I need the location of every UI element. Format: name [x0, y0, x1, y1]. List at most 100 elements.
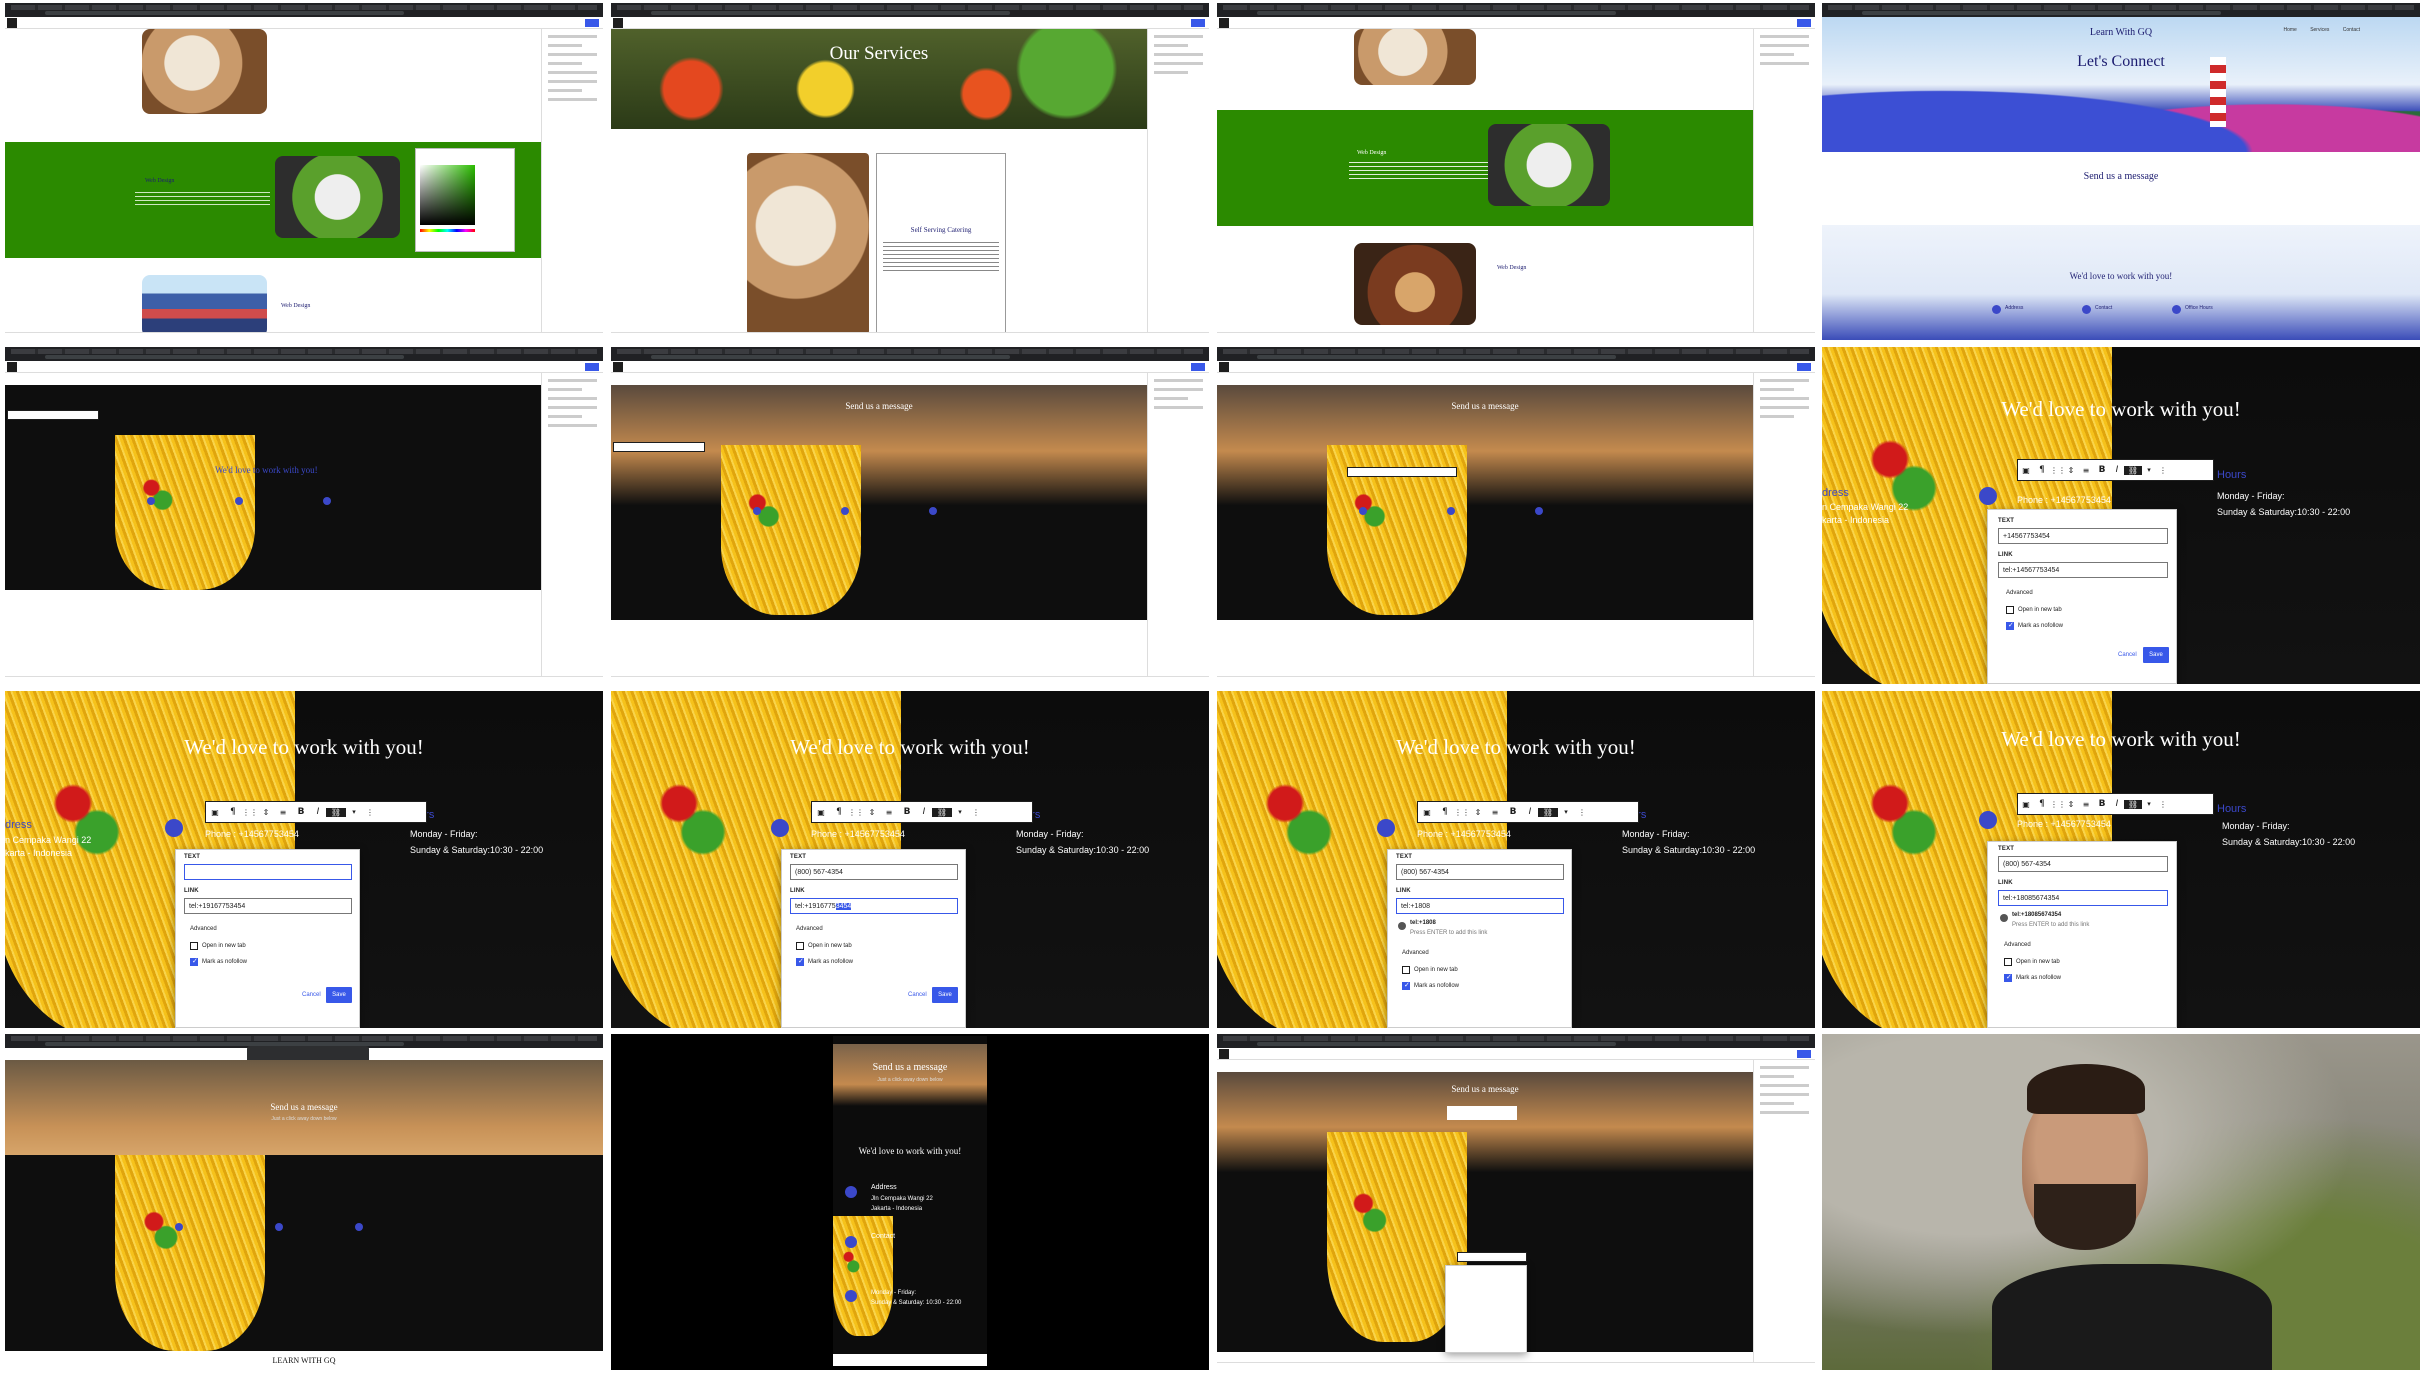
editor-canvas[interactable]: Web Design Web Design	[1217, 29, 1753, 332]
button-group-placeholder[interactable]	[1447, 1106, 1517, 1120]
advanced-toggle[interactable]: Advanced	[2004, 942, 2031, 948]
block-settings-sidebar[interactable]	[1753, 373, 1815, 676]
block-settings-sidebar[interactable]	[1147, 29, 1209, 332]
more-options-icon[interactable]: ⋮	[362, 808, 378, 817]
block-toolbar[interactable]	[7, 410, 99, 420]
rich-text-toolbar[interactable]: ▣ ¶ ⋮⋮ ⇕ ≡ B I ⛓ ▾ ⋮	[2017, 793, 2214, 815]
chevron-down-icon[interactable]: ▾	[952, 808, 968, 816]
cancel-button[interactable]: Cancel	[2118, 652, 2137, 658]
nav-services[interactable]: Services	[2310, 27, 2329, 33]
advanced-toggle[interactable]: Advanced	[796, 926, 823, 932]
text-field[interactable]	[184, 864, 352, 880]
paragraph-icon[interactable]: ¶	[1436, 807, 1454, 817]
italic-icon[interactable]: I	[2110, 799, 2124, 809]
tile-13-frontend-preview[interactable]: Send us a message Just a click away down…	[5, 1034, 603, 1370]
paragraph-icon[interactable]: ¶	[2034, 465, 2050, 475]
tile-10-link-popover-selection[interactable]: We'd love to work with you! Phone : +145…	[611, 691, 1209, 1028]
text-field[interactable]: (800) 567-4354	[1396, 864, 1564, 880]
link-field[interactable]: tel:+19167753454	[184, 898, 352, 914]
block-settings-sidebar[interactable]	[541, 29, 603, 332]
block-type-icon[interactable]: ▣	[2018, 800, 2034, 809]
tile-5-editor-spaghetti-cover[interactable]: We'd love to work with you!	[5, 347, 603, 684]
rich-text-toolbar[interactable]: ▣ ¶ ⋮⋮ ⇕ ≡ B I ⛓ ▾ ⋮	[205, 801, 427, 823]
italic-icon[interactable]: I	[916, 807, 932, 817]
green-cover-block[interactable]: Web Design	[5, 142, 541, 258]
more-options-icon[interactable]: ⋮	[968, 808, 984, 817]
footer-brand[interactable]: LEARN WITH GQ	[5, 1356, 603, 1365]
move-arrows-icon[interactable]: ⇕	[864, 808, 880, 817]
nofollow-checkbox[interactable]	[2004, 973, 2012, 982]
italic-icon[interactable]: I	[1522, 807, 1538, 817]
align-icon[interactable]: ≡	[2078, 466, 2094, 475]
paragraph-icon[interactable]: ¶	[830, 807, 848, 817]
italic-icon[interactable]: I	[310, 807, 326, 817]
open-new-tab-checkbox[interactable]	[2004, 958, 2012, 966]
block-type-icon[interactable]: ▣	[206, 808, 224, 817]
move-arrows-icon[interactable]: ⇕	[1470, 808, 1486, 817]
tile-15-editor-style-options[interactable]: Send us a message	[1217, 1034, 1815, 1370]
tile-6-editor-sunset-gradient[interactable]: Send us a message	[611, 347, 1209, 684]
more-options-icon[interactable]: ⋮	[1574, 808, 1590, 817]
cover-block[interactable]: Send us a message	[611, 385, 1147, 620]
tile-9-link-popover-empty-text[interactable]: We'd love to work with you! dress n Cemp…	[5, 691, 603, 1028]
bold-icon[interactable]: B	[292, 807, 310, 817]
link-popover[interactable]	[1445, 1265, 1527, 1353]
tile-8-link-popover-zoom[interactable]: We'd love to work with you! dress n Cemp…	[1822, 347, 2420, 684]
chevron-down-icon[interactable]: ▾	[346, 808, 362, 816]
link-suggestion-item[interactable]: tel:+18085674354 Press ENTER to add this…	[1998, 910, 2168, 932]
chevron-down-icon[interactable]: ▾	[2142, 466, 2156, 474]
block-settings-sidebar[interactable]	[1753, 29, 1815, 332]
bold-icon[interactable]: B	[1504, 807, 1522, 817]
cancel-button[interactable]: Cancel	[908, 992, 927, 998]
save-button[interactable]: Save	[932, 987, 958, 1003]
advanced-toggle[interactable]: Advanced	[1402, 950, 1429, 956]
chevron-down-icon[interactable]: ▾	[2142, 800, 2156, 808]
link-popover[interactable]: TEXT (800) 567-4354 LINK tel:+1808 tel:+…	[1387, 849, 1572, 1028]
bold-icon[interactable]: B	[2094, 799, 2110, 809]
text-field[interactable]: (800) 567-4354	[1998, 856, 2168, 872]
block-settings-sidebar[interactable]	[1753, 1060, 1815, 1362]
tile-3-editor-green-block[interactable]: Web Design Web Design	[1217, 3, 1815, 340]
service-card[interactable]: Self Serving Catering	[876, 153, 1006, 335]
drag-icon[interactable]: ⋮⋮	[2050, 800, 2066, 809]
tile-4-contact-page-preview[interactable]: Learn With GQ Let's Connect Home Service…	[1822, 3, 2420, 340]
bold-icon[interactable]: B	[2094, 465, 2110, 475]
more-options-icon[interactable]: ⋮	[2156, 466, 2170, 475]
green-cover-block[interactable]: Web Design	[1217, 110, 1753, 226]
italic-icon[interactable]: I	[2110, 465, 2124, 475]
block-settings-sidebar[interactable]	[1147, 373, 1209, 676]
nav-home[interactable]: Home	[2283, 27, 2296, 33]
link-suggestion-item[interactable]: tel:+1808 Press ENTER to add this link	[1396, 918, 1564, 940]
more-options-icon[interactable]: ⋮	[2156, 800, 2170, 809]
tile-14-mobile-preview[interactable]: Send us a message Just a click away down…	[611, 1034, 1209, 1370]
drag-icon[interactable]: ⋮⋮	[2050, 466, 2066, 475]
align-icon[interactable]: ≡	[1486, 808, 1504, 817]
open-new-tab-checkbox[interactable]	[190, 942, 198, 950]
block-type-icon[interactable]: ▣	[812, 808, 830, 817]
tile-11-link-suggestion-partial[interactable]: We'd love to work with you! Phone : +145…	[1217, 691, 1815, 1028]
rich-text-toolbar[interactable]	[1457, 1252, 1527, 1262]
hue-slider[interactable]	[420, 229, 475, 232]
save-button[interactable]: Save	[326, 987, 352, 1003]
open-new-tab-checkbox[interactable]	[2006, 606, 2014, 614]
align-icon[interactable]: ≡	[880, 808, 898, 817]
bold-icon[interactable]: B	[898, 807, 916, 817]
move-arrows-icon[interactable]: ⇕	[258, 808, 274, 817]
link-icon[interactable]: ⛓	[326, 807, 346, 817]
cancel-button[interactable]: Cancel	[302, 992, 321, 998]
block-settings-sidebar[interactable]	[541, 373, 603, 676]
link-field[interactable]: tel:+18085674354	[1998, 890, 2168, 906]
text-field[interactable]: +14567753454	[1998, 528, 2168, 544]
open-new-tab-checkbox[interactable]	[796, 942, 804, 950]
drag-icon[interactable]: ⋮⋮	[1454, 808, 1470, 817]
link-field[interactable]: tel:+14567753454	[1998, 562, 2168, 578]
text-field[interactable]: (800) 567-4354	[790, 864, 958, 880]
link-icon[interactable]: ⛓	[2124, 465, 2142, 475]
move-arrows-icon[interactable]: ⇕	[2064, 800, 2078, 809]
block-type-icon[interactable]: ▣	[1418, 808, 1436, 817]
tile-12-link-suggestion-full[interactable]: We'd love to work with you! Phone : +145…	[1822, 691, 2420, 1028]
tile-7-editor-sunset-toolbar[interactable]: Send us a message	[1217, 347, 1815, 684]
nofollow-checkbox[interactable]	[1402, 981, 1410, 990]
link-icon[interactable]: ⛓	[932, 807, 952, 817]
mobile-viewport[interactable]: Send us a message Just a click away down…	[833, 1036, 987, 1366]
